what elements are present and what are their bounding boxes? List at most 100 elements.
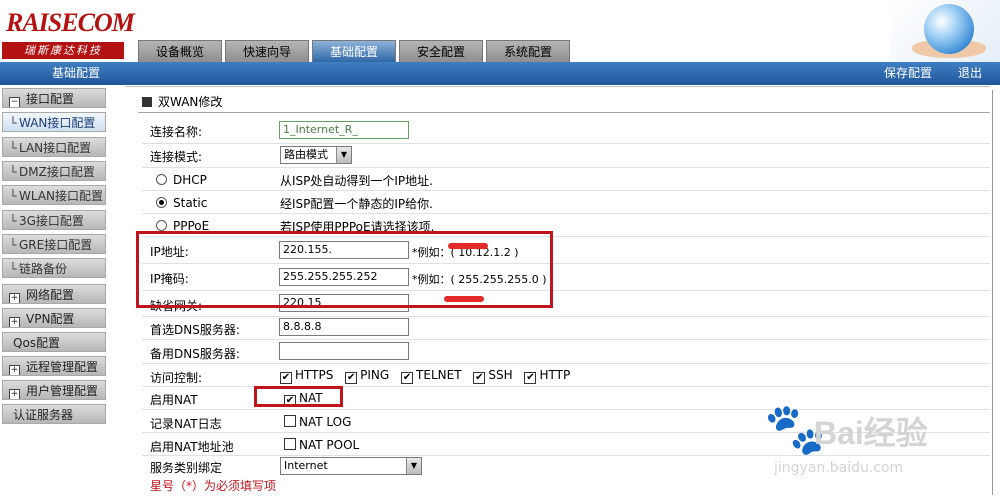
- ping-label: PING: [360, 368, 390, 382]
- tab-quick-wizard[interactable]: 快速向导: [225, 40, 309, 62]
- content-border: [126, 86, 990, 87]
- sidebar-item-label: 认证服务器: [13, 408, 74, 422]
- row-dns2: 备用DNS服务器:: [142, 340, 990, 362]
- tree-branch-icon: └: [9, 238, 17, 252]
- sidebar-item-label: 链路备份: [19, 262, 68, 276]
- sidebar-item[interactable]: └ WLAN接口配置: [2, 185, 106, 205]
- sidebar-item[interactable]: └ DMZ接口配置: [2, 161, 106, 181]
- natpool-text: NAT POOL: [299, 438, 360, 452]
- sidebar-item-label: DMZ接口配置: [19, 165, 95, 179]
- raisecom-logo: RAISECOM 瑞斯康达科技: [2, 6, 135, 60]
- access-telnet[interactable]: ✔ TELNET: [401, 368, 462, 384]
- tree-branch-icon: └: [9, 214, 17, 228]
- https-checkbox[interactable]: ✔: [280, 372, 292, 384]
- row-conn-name: 连接名称: 1_Internet_R_: [142, 120, 990, 140]
- expand-icon[interactable]: +: [9, 293, 20, 303]
- static-desc: 经ISP配置一个静态的IP给你.: [280, 197, 433, 211]
- sidebar-item[interactable]: └ 3G接口配置: [2, 210, 106, 230]
- globe-icon: [924, 4, 974, 54]
- conn-mode-value: 路由模式: [284, 148, 328, 161]
- natpool-label: 启用NAT地址池: [150, 440, 234, 454]
- sidebar-item[interactable]: └ WAN接口配置: [2, 112, 106, 132]
- static-radio[interactable]: [156, 197, 167, 208]
- save-config-link[interactable]: 保存配置: [884, 62, 932, 85]
- breadcrumb-bar: 基础配置 保存配置 退出: [0, 62, 1000, 85]
- row-conn-mode: 连接模式: 路由模式 ▼: [142, 144, 990, 166]
- sidebar-item[interactable]: Qos配置: [2, 332, 106, 352]
- sidebar-item[interactable]: └ 链路备份: [2, 258, 106, 278]
- sidebar-item[interactable]: + 用户管理配置: [2, 380, 106, 400]
- sidebar-item-label: VPN配置: [26, 312, 75, 326]
- sidebar-item[interactable]: └ GRE接口配置: [2, 234, 106, 254]
- sidebar-item[interactable]: + 远程管理配置: [2, 356, 106, 376]
- natlog-text: NAT LOG: [299, 415, 352, 429]
- dhcp-radio[interactable]: [156, 174, 167, 185]
- conn-name-input[interactable]: 1_Internet_R_: [279, 121, 409, 139]
- telnet-checkbox[interactable]: ✔: [401, 372, 414, 384]
- title-divider: [138, 112, 990, 113]
- chevron-down-icon: ▼: [336, 147, 351, 163]
- natpool-checkbox[interactable]: [284, 438, 296, 450]
- sidebar-item[interactable]: + VPN配置: [2, 308, 106, 328]
- section-marker-icon: [142, 97, 152, 107]
- sidebar-item[interactable]: 认证服务器: [2, 404, 106, 424]
- breadcrumb: 基础配置: [52, 66, 101, 80]
- row-dns1: 首选DNS服务器: 8.8.8.8: [142, 316, 990, 339]
- required-note: 星号（*）为必须填写项: [150, 479, 277, 493]
- dns2-label: 备用DNS服务器:: [150, 347, 240, 361]
- natlog-checkbox-label[interactable]: NAT LOG: [284, 415, 351, 429]
- dns2-input[interactable]: [279, 342, 409, 360]
- tree-branch-icon: └: [9, 189, 17, 203]
- natlog-label: 记录NAT日志: [150, 417, 222, 431]
- sidebar-item-label: 3G接口配置: [19, 214, 84, 228]
- natlog-checkbox[interactable]: [284, 415, 296, 427]
- watermark-text: Bai经验: [814, 415, 928, 451]
- dns1-input[interactable]: 8.8.8.8: [279, 318, 409, 336]
- access-ssh[interactable]: ✔ SSH: [473, 368, 513, 384]
- collapse-icon[interactable]: −: [9, 97, 20, 107]
- http-label: HTTP: [539, 368, 571, 382]
- sidebar-item[interactable]: − 接口配置: [2, 88, 106, 108]
- tab-basic-config[interactable]: 基础配置: [312, 40, 396, 62]
- sidebar-item-label: 接口配置: [26, 92, 75, 106]
- ssh-checkbox[interactable]: ✔: [473, 372, 486, 384]
- expand-icon[interactable]: +: [9, 317, 20, 327]
- pppoe-radio[interactable]: [156, 220, 167, 231]
- tab-device-overview[interactable]: 设备概览: [138, 40, 222, 62]
- sidebar-item-label: 用户管理配置: [26, 384, 99, 398]
- https-label: HTTPS: [295, 368, 334, 382]
- conn-mode-select[interactable]: 路由模式 ▼: [280, 146, 352, 164]
- access-http[interactable]: ✔ HTTP: [524, 368, 571, 384]
- highlight-box-nat: [254, 386, 343, 407]
- watermark-url: jingyan.baidu.com: [774, 460, 904, 476]
- sidebar-item-label: Qos配置: [13, 336, 61, 350]
- static-radio-label[interactable]: Static: [156, 196, 207, 210]
- access-checkboxes: ✔ HTTPS ✔ PING ✔ TELNET ✔ SSH ✔ HTTP: [280, 368, 570, 384]
- sidebar-item-label: WAN接口配置: [19, 116, 96, 130]
- access-https[interactable]: ✔ HTTPS: [280, 368, 334, 384]
- tab-security-config[interactable]: 安全配置: [399, 40, 483, 62]
- tree-branch-icon: └: [9, 262, 17, 276]
- row-dhcp: DHCP 从ISP处自动得到一个IP地址.: [142, 168, 990, 190]
- http-checkbox[interactable]: ✔: [524, 372, 537, 384]
- service-value: Internet: [284, 459, 328, 472]
- tab-system-config[interactable]: 系统配置: [486, 40, 570, 62]
- conn-name-label: 连接名称:: [150, 125, 203, 139]
- dhcp-radio-label[interactable]: DHCP: [156, 173, 207, 187]
- ping-checkbox[interactable]: ✔: [345, 372, 358, 384]
- sidebar-item[interactable]: + 网络配置: [2, 284, 106, 304]
- dhcp-desc: 从ISP处自动得到一个IP地址.: [280, 174, 433, 188]
- sidebar-item-label: 远程管理配置: [26, 360, 99, 374]
- sidebar-item[interactable]: └ LAN接口配置: [2, 137, 106, 157]
- expand-icon[interactable]: +: [9, 365, 20, 375]
- tree-branch-icon: └: [9, 141, 17, 155]
- service-label: 服务类别绑定: [150, 461, 223, 475]
- section-title-text: 双WAN修改: [158, 95, 223, 109]
- natpool-checkbox-label[interactable]: NAT POOL: [284, 438, 359, 452]
- dhcp-text: DHCP: [173, 173, 207, 187]
- access-ping[interactable]: ✔ PING: [345, 368, 390, 384]
- expand-icon[interactable]: +: [9, 389, 20, 399]
- service-select[interactable]: Internet ▼: [280, 457, 422, 475]
- logout-link[interactable]: 退出: [958, 62, 982, 85]
- ssh-label: SSH: [488, 368, 513, 382]
